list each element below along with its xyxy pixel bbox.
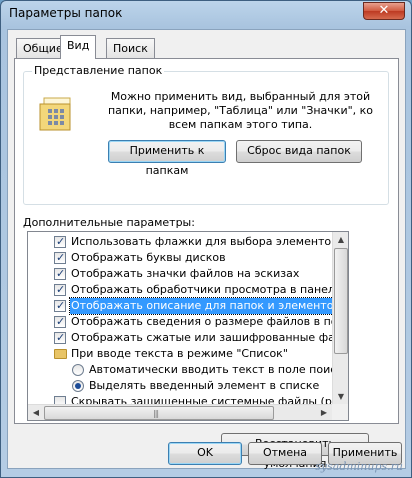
title-bar[interactable]: Параметры папок ✕ (1, 1, 411, 27)
scroll-grip-icon: ||| (153, 409, 159, 418)
scroll-right-icon[interactable]: ▶ (316, 405, 332, 420)
watermark-text: sysadminups.ru (315, 460, 403, 473)
folder-views-description: Можно применить вид, выбранный для этой … (107, 90, 374, 131)
reset-folders-button[interactable]: Сброс вида папок (236, 140, 362, 163)
dialog-client-area: Общие Вид Поиск Представление папок Можн… (7, 29, 406, 470)
list-item-label: Отображать сведения о размере файлов в п… (71, 315, 349, 328)
list-item-label: При вводе текста в режиме "Список" (71, 347, 288, 360)
list-item-label: Отображать обработчики просмотра в панел… (71, 283, 348, 296)
vertical-scroll-thumb[interactable] (334, 248, 348, 354)
list-item-label: Выделять введенный элемент в списке (89, 379, 320, 392)
checkbox[interactable] (54, 330, 66, 346)
advanced-settings-list[interactable]: Использовать флажки для выбора элементов… (27, 231, 349, 421)
list-item-label: Отображать сжатые или зашифрованные файл… (71, 331, 349, 344)
window-title: Параметры папок (9, 6, 123, 20)
folder-views-title: Представление папок (32, 64, 165, 77)
apply-to-folders-button[interactable]: Применить к папкам (108, 140, 226, 177)
folder-views-group: Представление папок Можно применить вид,… (23, 64, 389, 205)
list-item-label: Автоматически вводить текст в поле поиск… (89, 363, 349, 376)
checkbox[interactable] (54, 314, 66, 330)
scroll-corner (332, 404, 348, 420)
vertical-scrollbar[interactable]: ▲ ▼ (332, 232, 348, 405)
checkbox[interactable] (54, 234, 66, 250)
radio-button[interactable] (72, 380, 84, 392)
tab-view[interactable]: Вид (60, 35, 97, 59)
checkbox[interactable] (54, 282, 66, 298)
scroll-up-icon[interactable]: ▲ (333, 232, 348, 248)
list-item-label: Отображать описание для папок и элементо… (69, 297, 348, 315)
folder-grid-icon (39, 97, 71, 131)
tab-search[interactable]: Поиск (106, 38, 155, 58)
scroll-down-icon[interactable]: ▼ (333, 389, 348, 405)
ok-button[interactable]: OK (168, 442, 242, 465)
checkbox[interactable] (54, 266, 66, 282)
view-tab-panel: Представление папок Можно применить вид,… (14, 58, 399, 470)
folder-icon (54, 349, 67, 359)
advanced-settings-label: Дополнительные параметры: (23, 216, 195, 229)
list-item-label: Использовать флажки для выбора элементов (71, 235, 338, 248)
checkbox[interactable] (54, 250, 66, 266)
list-item-label: Отображать буквы дисков (71, 251, 226, 264)
list-item-label: Отображать значки файлов на эскизах (71, 267, 300, 280)
checkbox[interactable] (54, 298, 66, 314)
radio-button[interactable] (72, 364, 84, 376)
folder-options-window: Параметры папок ✕ Общие Вид Поиск Предст… (0, 0, 412, 478)
cancel-button[interactable]: Отмена (248, 442, 322, 465)
scroll-left-icon[interactable]: ◀ (28, 405, 44, 420)
close-button[interactable]: ✕ (363, 2, 405, 20)
horizontal-scrollbar[interactable]: ◀ ||| ▶ (28, 404, 332, 420)
horizontal-scroll-thumb[interactable]: ||| (44, 406, 274, 420)
